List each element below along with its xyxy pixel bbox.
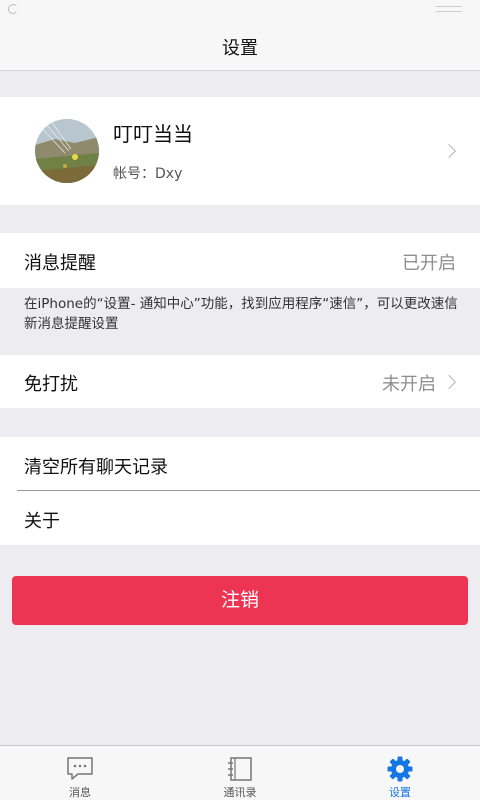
do-not-disturb-status: 未开启 xyxy=(382,374,436,395)
tab-label-contacts: 通讯录 xyxy=(223,786,257,799)
about-label: 关于 xyxy=(24,511,60,532)
tab-contacts[interactable]: 通讯录 xyxy=(180,746,300,800)
tab-bar: 消息 通讯录 设置 xyxy=(0,745,480,800)
chevron-right-icon xyxy=(441,374,457,390)
chat-icon xyxy=(66,756,94,786)
misc-settings-group: 清空所有聊天记录 关于 xyxy=(0,437,480,545)
loading-indicator-icon xyxy=(8,4,18,14)
avatar xyxy=(35,119,99,183)
tab-label-settings: 设置 xyxy=(389,786,411,799)
clear-history-row[interactable]: 清空所有聊天记录 xyxy=(0,437,480,490)
navigation-bar: 设置 xyxy=(0,0,480,71)
logout-button[interactable]: 注销 xyxy=(12,576,468,625)
chevron-right-icon xyxy=(441,143,457,159)
page-title: 设置 xyxy=(222,38,258,59)
profile-name: 叮叮当当 xyxy=(113,122,193,146)
clear-history-label: 清空所有聊天记录 xyxy=(24,457,168,478)
notification-label: 消息提醒 xyxy=(24,253,96,274)
tab-settings[interactable]: 设置 xyxy=(340,746,460,800)
gear-icon xyxy=(386,756,414,786)
account-label: 帐号： xyxy=(113,166,155,182)
profile-card[interactable]: 叮叮当当 帐号：Dxy xyxy=(0,97,480,205)
account-value: Dxy xyxy=(155,166,183,182)
contacts-icon xyxy=(226,756,254,786)
notification-setting-row[interactable]: 消息提醒 已开启 xyxy=(0,233,480,288)
tab-messages[interactable]: 消息 xyxy=(20,746,140,800)
do-not-disturb-label: 免打扰 xyxy=(24,374,78,395)
about-row[interactable]: 关于 xyxy=(0,491,480,545)
menu-icon xyxy=(436,6,462,16)
do-not-disturb-row[interactable]: 免打扰 未开启 xyxy=(0,355,480,408)
notification-status: 已开启 xyxy=(402,253,456,274)
notification-hint: 在iPhone的“设置- 通知中心”功能，找到应用程序“速信”，可以更改速信新消… xyxy=(24,296,458,332)
tab-label-messages: 消息 xyxy=(69,786,91,799)
account-info: 帐号：Dxy xyxy=(113,163,182,183)
